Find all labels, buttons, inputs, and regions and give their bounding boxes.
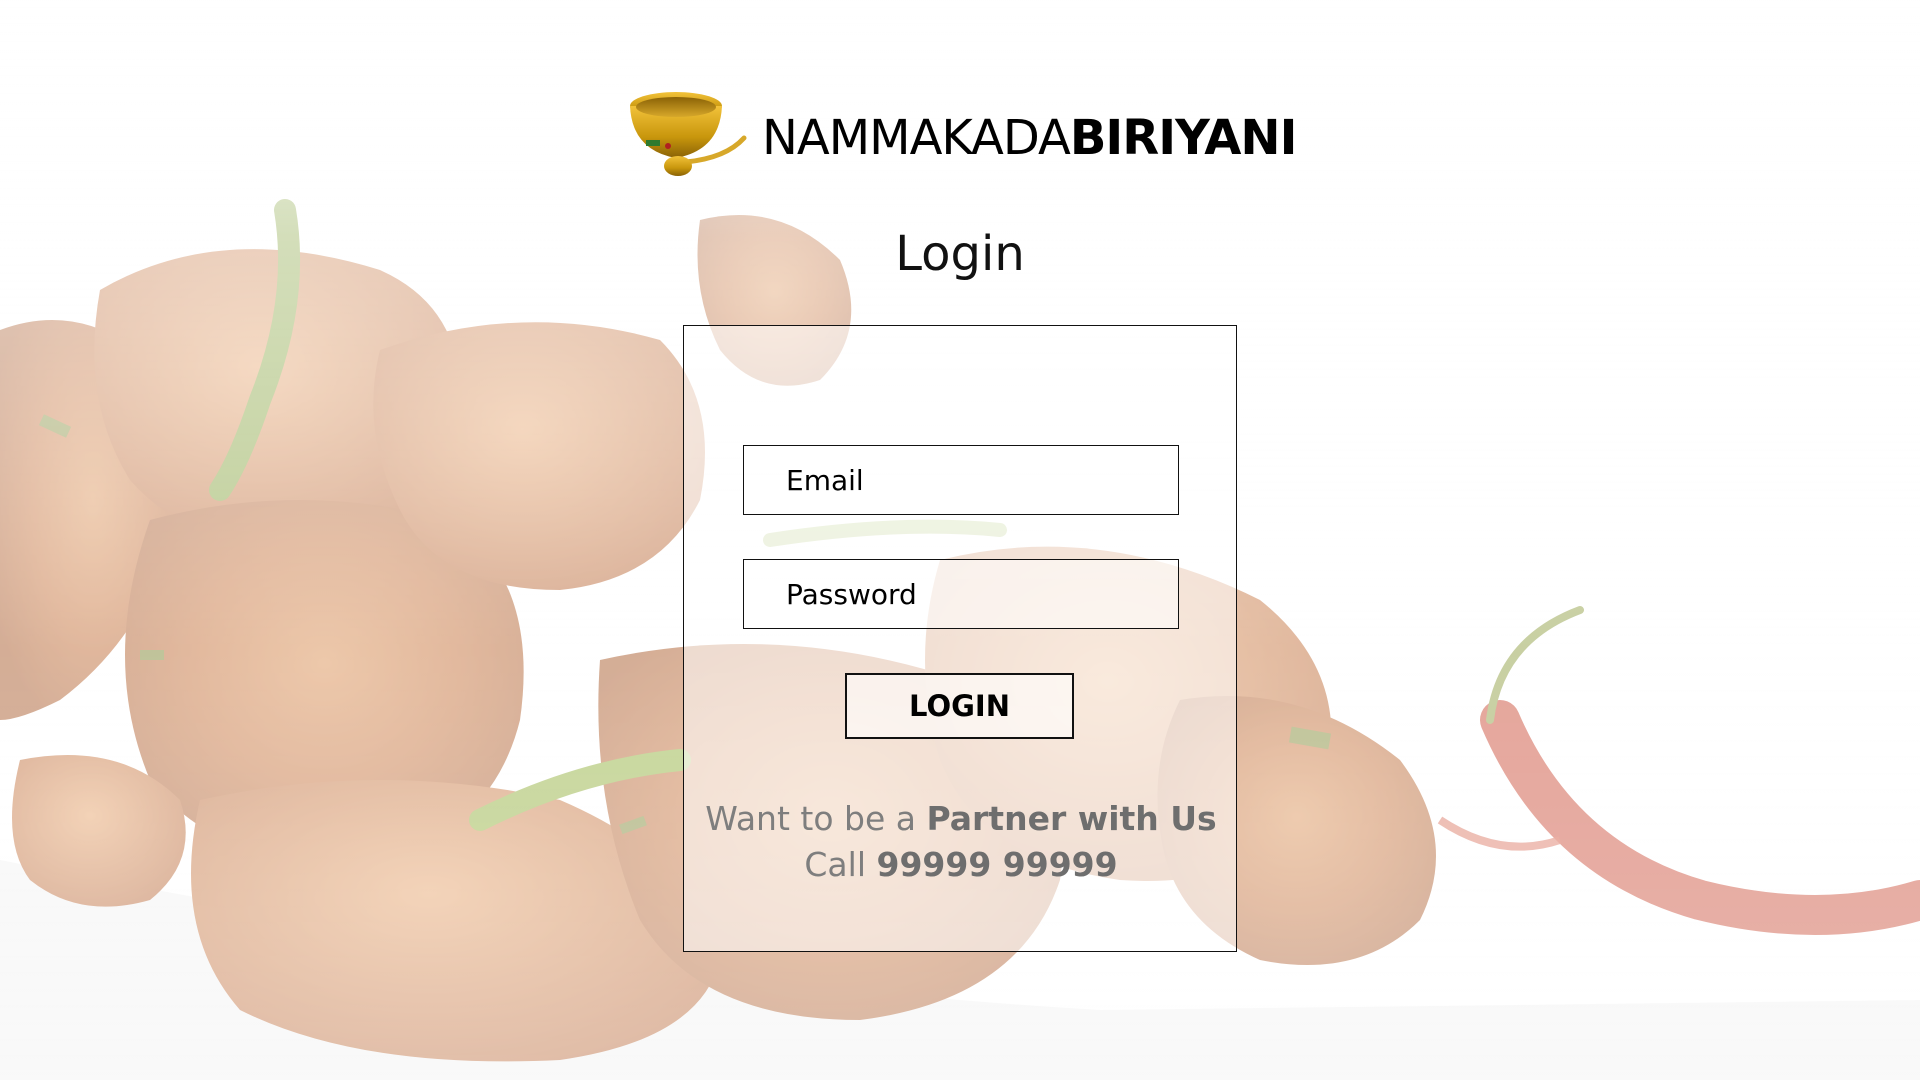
email-field[interactable]: [743, 445, 1179, 515]
biryani-bowl-spoon-icon: [630, 92, 747, 176]
partner-line: Want to be a Partner with Us: [684, 796, 1238, 842]
password-field[interactable]: [743, 559, 1179, 629]
login-card: LOGIN Want to be a Partner with Us Call …: [683, 325, 1237, 952]
brand-name-light: NAMMAKADA: [762, 110, 1071, 166]
call-line: Call 99999 99999: [684, 842, 1238, 888]
partner-info: Want to be a Partner with Us Call 99999 …: [684, 796, 1238, 888]
brand-name: NAMMAKADABIRIYANI: [762, 114, 1297, 162]
partner-prefix: Want to be a: [705, 799, 927, 838]
phone-number: 99999 99999: [876, 845, 1118, 884]
page-title: Login: [895, 226, 1025, 282]
call-prefix: Call: [804, 845, 877, 884]
login-button[interactable]: LOGIN: [845, 673, 1074, 739]
login-page: NAMMAKADABIRIYANI Login LOGIN Want to be…: [0, 0, 1920, 1080]
brand-name-bold: BIRIYANI: [1069, 110, 1298, 166]
partner-link[interactable]: Partner with Us: [926, 799, 1216, 838]
brand-header: NAMMAKADABIRIYANI: [626, 88, 1297, 188]
